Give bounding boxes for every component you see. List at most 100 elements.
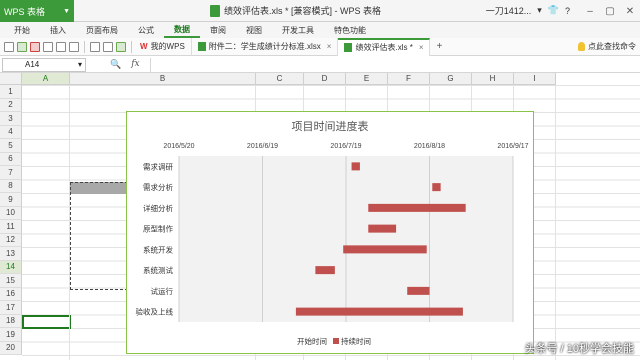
function-icon[interactable]: fx (131, 59, 139, 70)
formula-input[interactable] (149, 57, 640, 72)
gantt-bar (343, 245, 427, 254)
undo-icon[interactable] (69, 41, 79, 52)
help-icon[interactable]: ? (565, 6, 570, 16)
chevron-down-icon[interactable]: ▾ (78, 60, 82, 69)
column-header[interactable]: C (256, 73, 304, 85)
shirt-icon[interactable]: 👕 (548, 5, 559, 16)
close-tab-icon[interactable]: × (327, 42, 332, 51)
gantt-chart[interactable]: 项目时间进度表 2016/5/20 2016/6/19 2016/7/19 2016/… (126, 111, 534, 354)
row-header[interactable]: 5 (0, 139, 22, 153)
app-menu-button[interactable]: WPS 表格 ▼ (0, 0, 74, 22)
x-tick-label: 2016/7/19 (330, 143, 361, 150)
row-header[interactable]: 15 (0, 274, 22, 288)
row-header[interactable]: 9 (0, 193, 22, 207)
column-header[interactable]: D (304, 73, 346, 85)
pdf-export-icon[interactable] (30, 41, 40, 52)
minimize-icon[interactable]: – (580, 0, 600, 22)
column-header[interactable]: G (430, 73, 472, 85)
row-header[interactable]: 18 (0, 314, 22, 328)
row-header[interactable]: 3 (0, 112, 22, 126)
title-bar: WPS 表格 ▼ 绩效评估表.xls * [兼容模式] - WPS 表格 一刀1… (0, 0, 640, 22)
menu-item[interactable]: 审阅 (200, 22, 236, 38)
row-header[interactable]: 7 (0, 166, 22, 180)
document-tab[interactable]: 附件二：学生成绩计分标准.xlsx × (192, 37, 339, 56)
column-header[interactable]: F (388, 73, 430, 85)
menu-item[interactable]: 视图 (236, 22, 272, 38)
user-area[interactable]: 一刀1412... ▾ 👕 ? (486, 4, 570, 17)
preview-icon[interactable] (56, 41, 66, 52)
gantt-bar (295, 307, 463, 316)
row-header[interactable]: 2 (0, 98, 22, 112)
gantt-bar (432, 183, 441, 192)
zoom-icon[interactable]: 🔍 (110, 59, 121, 70)
row-header[interactable]: 20 (0, 341, 22, 355)
user-dropdown-icon[interactable]: ▾ (537, 5, 542, 16)
row-header[interactable]: 6 (0, 152, 22, 166)
new-tab-icon[interactable]: + (430, 41, 448, 52)
formula-bar: A14 ▾ 🔍 fx (0, 57, 640, 73)
column-header[interactable]: A (22, 73, 70, 85)
quick-toolbar: W 我的WPS 附件二：学生成绩计分标准.xlsx × 绩效评估表.xls * × + 点… (0, 37, 640, 56)
select-all-corner[interactable] (0, 73, 22, 85)
print-icon[interactable] (43, 41, 53, 52)
wrap-text-icon[interactable] (116, 41, 126, 52)
row-header[interactable]: 12 (0, 233, 22, 247)
copy-marquee (70, 182, 128, 290)
menu-item[interactable]: 开发工具 (272, 22, 324, 38)
menu-item[interactable]: 数据 (164, 22, 200, 38)
y-category-label: 原型制作 (143, 224, 173, 234)
border-icon[interactable] (90, 41, 100, 52)
row-header[interactable]: 8 (0, 179, 22, 193)
gantt-bar (368, 224, 397, 233)
toolbar-divider (131, 40, 132, 53)
row-header[interactable]: 14 (0, 260, 22, 274)
active-cell[interactable] (22, 315, 71, 329)
column-gridline (555, 85, 556, 360)
y-category-label: 详细分析 (143, 203, 173, 213)
menu-item[interactable]: 插入 (40, 22, 76, 38)
x-tick-label: 2016/9/17 (497, 143, 528, 150)
document-tab[interactable]: 绩效评估表.xls * × (338, 37, 431, 56)
y-category-label: 验收及上线 (136, 307, 174, 317)
document-tab-label: 我的WPS (150, 42, 185, 51)
window-title: 绩效评估表.xls * [兼容模式] - WPS 表格 (210, 4, 381, 17)
chevron-down-icon: ▼ (63, 7, 70, 15)
menu-item[interactable]: 公式 (128, 22, 164, 38)
row-header[interactable]: 17 (0, 301, 22, 315)
row-header[interactable]: 13 (0, 247, 22, 261)
command-search[interactable]: 点此查找命令 (578, 41, 640, 52)
open-folder-icon[interactable] (17, 41, 27, 52)
close-icon[interactable]: ✕ (620, 0, 640, 22)
maximize-icon[interactable]: ▢ (600, 0, 620, 22)
column-header[interactable]: I (514, 73, 556, 85)
row-header[interactable]: 1 (0, 85, 22, 99)
row-header[interactable]: 11 (0, 220, 22, 234)
menu-item[interactable]: 开始 (0, 22, 40, 38)
app-name: WPS 表格 (4, 6, 46, 17)
row-header[interactable]: 4 (0, 125, 22, 139)
column-header[interactable]: B (70, 73, 256, 85)
gantt-bar (368, 203, 466, 212)
name-box[interactable]: A14 ▾ (2, 57, 86, 72)
align-icon[interactable] (103, 41, 113, 52)
row-header[interactable]: 19 (0, 328, 22, 342)
column-header[interactable]: H (472, 73, 514, 85)
new-file-icon[interactable] (4, 41, 14, 52)
user-name[interactable]: 一刀1412... (486, 4, 532, 17)
watermark: 头条号 / 10秒学会技能 (524, 343, 634, 355)
menu-item[interactable]: 页面布局 (76, 22, 128, 38)
document-tab[interactable]: W 我的WPS (134, 37, 192, 56)
document-tabs: W 我的WPS 附件二：学生成绩计分标准.xlsx × 绩效评估表.xls * × (134, 37, 431, 56)
close-tab-icon[interactable]: × (419, 43, 424, 52)
menu-item[interactable]: 特色功能 (324, 22, 376, 38)
wps-logo-icon: W (140, 42, 148, 51)
x-tick-label: 2016/6/19 (247, 143, 278, 150)
legend-swatch (333, 338, 339, 344)
y-category-label: 试运行 (151, 286, 174, 296)
lightbulb-icon (578, 42, 585, 51)
row-header[interactable]: 16 (0, 287, 22, 301)
y-category-label: 需求调研 (143, 161, 173, 171)
column-header[interactable]: E (346, 73, 388, 85)
document-tab-label: 绩效评估表.xls * (355, 43, 413, 52)
row-header[interactable]: 10 (0, 206, 22, 220)
